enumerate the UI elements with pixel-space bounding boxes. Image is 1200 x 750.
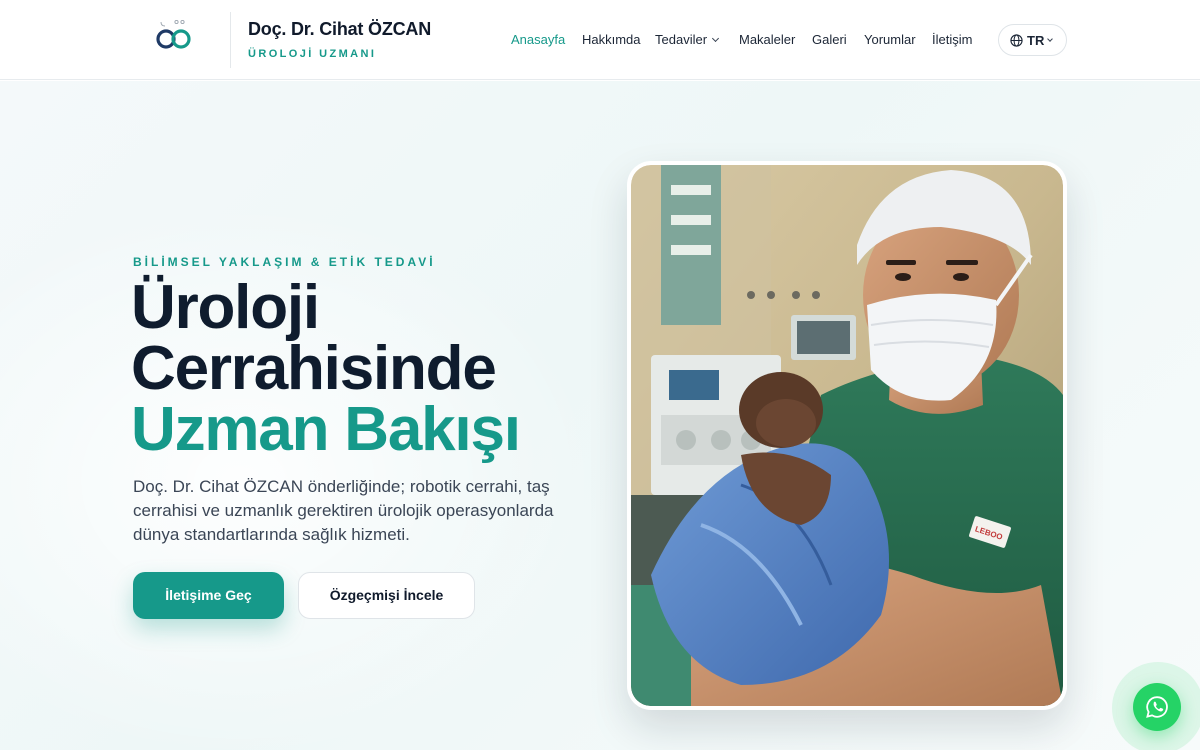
whatsapp-icon: [1146, 696, 1168, 718]
nav-item-hakkimda[interactable]: Hakkımda: [582, 32, 641, 47]
nav-item-anasayfa[interactable]: Anasayfa: [511, 32, 565, 47]
chevron-down-icon: [1047, 36, 1053, 42]
whatsapp-button[interactable]: [1133, 683, 1181, 731]
brand-divider: [230, 12, 231, 68]
chevron-down-icon: [711, 34, 720, 43]
globe-icon: [1010, 34, 1023, 47]
hero-title-line-1: Üroloji: [131, 273, 320, 342]
doctor-photo: LEBOO: [631, 165, 1063, 706]
brand-name[interactable]: Doç. Dr. Cihat ÖZCAN: [248, 19, 431, 40]
nav-item-makaleler[interactable]: Makaleler: [739, 32, 795, 47]
hero-title-line-3: Uzman Bakışı: [131, 395, 521, 464]
nav-item-iletisim[interactable]: İletişim: [932, 32, 972, 47]
hero-title: Üroloji Cerrahisinde Uzman Bakışı: [131, 273, 521, 464]
nav-item-yorumlar[interactable]: Yorumlar: [864, 32, 916, 47]
language-switcher[interactable]: TR: [998, 24, 1067, 56]
nav-item-tedaviler-label: Tedaviler: [655, 32, 708, 47]
hero-section: BİLİMSEL YAKLAŞIM & ETİK TEDAVİ Üroloji …: [0, 81, 1200, 750]
hero-eyebrow: BİLİMSEL YAKLAŞIM & ETİK TEDAVİ: [133, 255, 436, 269]
nav-item-galeri[interactable]: Galeri: [812, 32, 847, 47]
contact-button[interactable]: İletişime Geç: [133, 572, 284, 619]
site-header: Doç. Dr. Cihat ÖZCAN ÜROLOJİ UZMANI Anas…: [0, 0, 1200, 80]
language-label: TR: [1027, 33, 1045, 48]
infinity-logo-icon[interactable]: [155, 18, 193, 54]
doctor-photo-card: LEBOO: [627, 161, 1067, 710]
hero-description: Doç. Dr. Cihat ÖZCAN önderliğinde; robot…: [133, 477, 554, 544]
hero-title-line-2: Cerrahisinde: [131, 334, 497, 403]
brand-subtitle: ÜROLOJİ UZMANI: [248, 48, 377, 60]
view-cv-button[interactable]: Özgeçmişi İncele: [298, 572, 475, 619]
nav-item-tedaviler[interactable]: Tedaviler: [655, 32, 720, 47]
